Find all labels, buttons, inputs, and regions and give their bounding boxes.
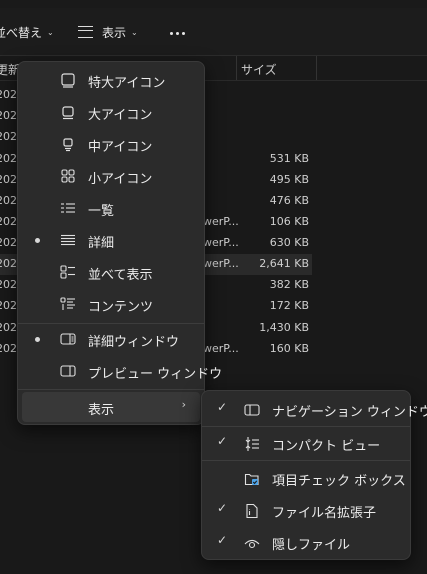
menu-item-small-icons[interactable]: 小アイコン <box>22 161 200 191</box>
submenu-item-hidden-files[interactable]: ✓ 隠しファイル <box>206 527 406 557</box>
column-divider[interactable] <box>316 56 317 80</box>
row-size: 1,430 KB <box>259 321 309 334</box>
more-icon <box>170 31 185 35</box>
command-bar: 並べ替え ⌄ 表示 ⌄ <box>0 0 427 56</box>
chevron-down-icon: ⌄ <box>47 27 54 37</box>
menu-item-details-pane[interactable]: 詳細ウィンドウ <box>22 324 200 354</box>
view-label: 表示 <box>102 25 127 40</box>
menu-item-label: 特大アイコン <box>88 76 166 91</box>
content-icon <box>60 296 76 312</box>
check-icon: ✓ <box>217 400 228 414</box>
row-size: 495 KB <box>269 173 309 186</box>
selected-bullet-icon <box>35 337 40 342</box>
view-menu: 特大アイコン 大アイコン 中アイコン 小アイコン 一覧 詳細 並べて表示 コンテ… <box>17 61 222 425</box>
menu-item-label: プレビュー ウィンドウ <box>88 367 223 382</box>
menu-item-label: 大アイコン <box>88 108 153 123</box>
submenu-item-label: ファイル名拡張子 <box>272 506 377 521</box>
show-submenu: ✓ ナビゲーション ウィンドウ ✓ コンパクト ビュー 項目チェック ボックス … <box>201 390 427 560</box>
menu-item-label: コンテンツ <box>88 300 154 315</box>
list-icon <box>60 200 76 216</box>
menu-item-details[interactable]: 詳細 <box>22 225 200 255</box>
view-lines-icon <box>78 26 93 38</box>
compact-view-icon <box>244 436 260 452</box>
check-icon: ✓ <box>217 501 228 515</box>
item-checkbox-icon <box>244 471 260 487</box>
row-type: werP... <box>203 236 239 249</box>
menu-item-content[interactable]: コンテンツ <box>22 289 200 319</box>
menu-item-extra-large-icons[interactable]: 特大アイコン <box>22 65 200 95</box>
chevron-right-icon: › <box>181 398 186 411</box>
menu-item-label: 小アイコン <box>88 172 153 187</box>
details-icon <box>60 232 76 248</box>
menu-separator <box>18 389 204 390</box>
tiles-icon <box>60 264 76 280</box>
row-size: 630 KB <box>269 236 309 249</box>
menu-item-tiles[interactable]: 並べて表示 <box>22 257 200 287</box>
menu-item-medium-icons[interactable]: 中アイコン <box>22 129 200 159</box>
menu-item-large-icons[interactable]: 大アイコン <box>22 97 200 127</box>
details-pane-icon <box>60 331 76 347</box>
preview-pane-icon <box>60 363 76 379</box>
menu-item-show[interactable]: 表示 › <box>22 392 200 422</box>
selected-bullet-icon <box>35 238 40 243</box>
submenu-item-item-checkbox[interactable]: 項目チェック ボックス <box>206 463 406 493</box>
menu-item-label: 一覧 <box>88 204 115 219</box>
submenu-item-navigation-pane[interactable]: ✓ ナビゲーション ウィンドウ <box>206 394 427 424</box>
menu-separator <box>202 426 410 427</box>
sort-button[interactable]: 並べ替え ⌄ <box>0 20 54 44</box>
hidden-files-icon <box>244 535 260 551</box>
row-size: 2,641 KB <box>259 257 309 270</box>
submenu-item-label: コンパクト ビュー <box>272 439 381 454</box>
submenu-item-label: 隠しファイル <box>272 538 351 553</box>
row-type: werP... <box>203 257 239 270</box>
file-extension-icon <box>244 503 260 519</box>
small-icons-icon <box>60 168 76 184</box>
file-explorer-window: 並べ替え ⌄ 表示 ⌄ 更新日時 サイズ 2025/09 2025/09 202… <box>0 0 427 574</box>
row-type: werP... <box>203 342 239 355</box>
navigation-pane-icon <box>244 402 260 418</box>
row-type: werP... <box>203 215 239 228</box>
menu-item-label: 詳細 <box>88 236 115 251</box>
extra-large-icons-icon <box>60 72 76 88</box>
row-size: 531 KB <box>269 152 309 165</box>
check-icon: ✓ <box>217 434 228 448</box>
row-size: 160 KB <box>269 342 309 355</box>
menu-item-label: 詳細ウィンドウ <box>88 335 180 350</box>
check-icon: ✓ <box>217 533 228 547</box>
menu-item-preview-pane[interactable]: プレビュー ウィンドウ <box>22 356 222 386</box>
size-column-header[interactable]: サイズ <box>241 61 277 78</box>
submenu-item-label: 項目チェック ボックス <box>272 474 406 489</box>
row-size: 476 KB <box>269 194 309 207</box>
menu-item-label: 並べて表示 <box>88 268 153 283</box>
sort-label: 並べ替え <box>0 25 43 40</box>
row-size: 106 KB <box>269 215 309 228</box>
menu-item-label: 中アイコン <box>88 140 153 155</box>
chevron-down-icon: ⌄ <box>131 27 138 37</box>
row-size: 382 KB <box>269 278 309 291</box>
menu-item-list[interactable]: 一覧 <box>22 193 200 223</box>
column-divider[interactable] <box>236 56 237 80</box>
submenu-item-compact-view[interactable]: ✓ コンパクト ビュー <box>206 428 406 458</box>
submenu-item-label: ナビゲーション ウィンドウ <box>272 405 427 420</box>
view-button[interactable]: 表示 ⌄ <box>78 20 138 44</box>
title-strip <box>0 0 427 8</box>
row-size: 172 KB <box>269 299 309 312</box>
more-button[interactable] <box>170 21 185 45</box>
medium-icons-icon <box>60 136 76 152</box>
menu-item-label: 表示 <box>88 403 115 418</box>
submenu-item-file-extension[interactable]: ✓ ファイル名拡張子 <box>206 495 406 525</box>
large-icons-icon <box>60 104 76 120</box>
menu-separator <box>202 460 410 461</box>
